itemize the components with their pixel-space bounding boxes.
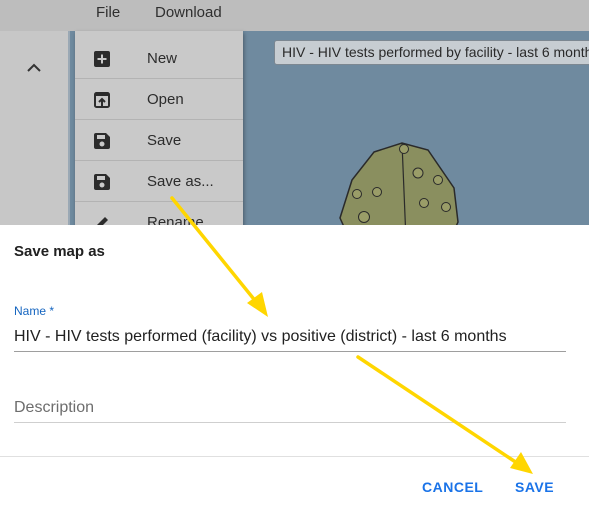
save-icon: [94, 133, 110, 149]
description-input[interactable]: [14, 394, 566, 423]
save-button[interactable]: SAVE: [515, 479, 554, 495]
menu-item-label: Open: [147, 91, 184, 108]
chevron-up-icon[interactable]: [24, 58, 44, 78]
menu-item-label: Save: [147, 132, 182, 149]
save-map-dialog: Save map as Name * CANCEL SAVE: [0, 225, 589, 511]
open-in-browser-icon: [94, 92, 110, 108]
add-box-icon: [94, 51, 110, 67]
menu-item-open[interactable]: Open: [75, 80, 243, 120]
menu-item-new[interactable]: New: [75, 39, 243, 79]
menu-item-label: Save as...: [147, 173, 214, 190]
menu-file[interactable]: File: [96, 4, 120, 21]
name-field-label: Name *: [14, 304, 55, 318]
file-menu: New Open Save Save as... Rename: [75, 31, 243, 231]
menu-item-save[interactable]: Save: [75, 121, 243, 161]
cancel-button[interactable]: CANCEL: [422, 479, 483, 495]
dialog-divider: [0, 456, 589, 457]
name-input[interactable]: [14, 323, 566, 352]
menu-download[interactable]: Download: [155, 4, 222, 21]
dialog-title: Save map as: [14, 243, 105, 260]
menu-item-label: New: [147, 50, 178, 67]
save-icon: [94, 174, 110, 190]
menu-item-save-as[interactable]: Save as...: [75, 162, 243, 202]
map-title: HIV - HIV tests performed by facility - …: [282, 44, 589, 60]
app-top-bar: [0, 0, 589, 31]
